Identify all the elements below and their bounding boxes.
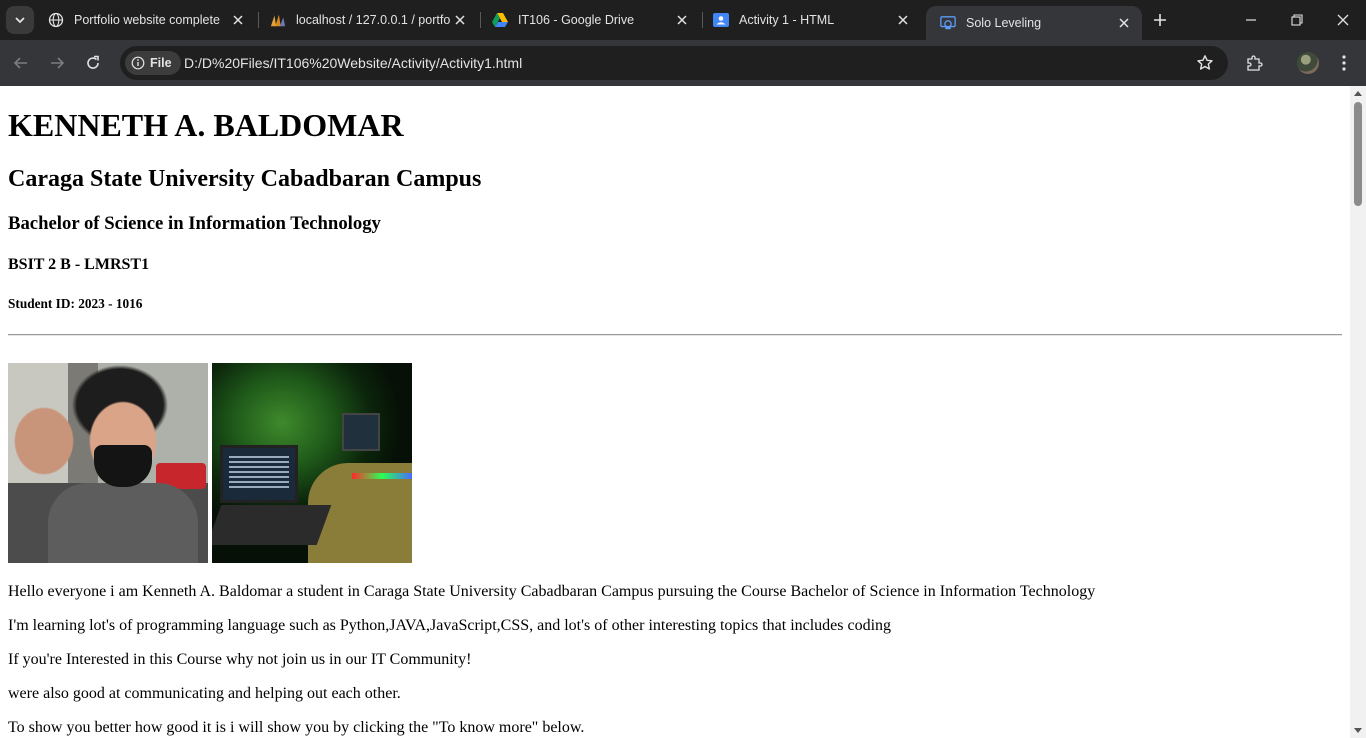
- arrow-right-icon: [51, 57, 65, 69]
- close-icon[interactable]: [893, 10, 913, 30]
- info-icon: [131, 56, 145, 70]
- chevron-down-icon: [15, 17, 25, 24]
- tab-solo-leveling[interactable]: Solo Leveling: [926, 6, 1142, 40]
- menu-button[interactable]: [1332, 51, 1356, 75]
- restore-button[interactable]: [1274, 0, 1320, 40]
- forward-button[interactable]: [44, 50, 70, 76]
- bookmark-star-icon[interactable]: [1196, 54, 1214, 77]
- scrollbar-thumb[interactable]: [1354, 102, 1362, 206]
- close-icon[interactable]: [1114, 13, 1134, 33]
- reload-icon: [87, 55, 99, 69]
- tab-title: Portfolio website complete: [74, 13, 220, 27]
- more-vert-icon: [1342, 55, 1346, 71]
- tab-google-drive[interactable]: IT106 - Google Drive: [478, 0, 700, 40]
- intro-paragraph: Hello everyone i am Kenneth A. Baldomar …: [8, 583, 1096, 600]
- tab-title: IT106 - Google Drive: [518, 13, 635, 27]
- intro-paragraph: were also good at communicating and help…: [8, 685, 401, 702]
- school-heading: Caraga State University Cabadbaran Campu…: [8, 166, 482, 192]
- google-drive-icon: [492, 12, 508, 28]
- close-icon[interactable]: [228, 10, 248, 30]
- tab-strip: Portfolio website complete localhost / 1…: [0, 0, 1366, 40]
- intro-paragraph: If you're Interested in this Course why …: [8, 651, 472, 668]
- tab-activity-1[interactable]: Activity 1 - HTML: [699, 0, 921, 40]
- intro-paragraph: To show you better how good it is i will…: [8, 719, 585, 736]
- profile-avatar[interactable]: [1297, 52, 1319, 74]
- site-info-chip[interactable]: File: [125, 51, 181, 75]
- tab-title: Solo Leveling: [966, 16, 1042, 30]
- close-icon[interactable]: [672, 10, 692, 30]
- tab-search-button[interactable]: [6, 6, 34, 34]
- tab-localhost[interactable]: localhost / 127.0.0.1 / portfo: [256, 0, 478, 40]
- scroll-down-icon[interactable]: [1354, 728, 1362, 733]
- close-icon[interactable]: [450, 10, 470, 30]
- tab-title: Activity 1 - HTML: [739, 13, 835, 27]
- google-classroom-icon: [713, 12, 729, 28]
- edge-doc-icon: [940, 15, 956, 31]
- close-window-button[interactable]: [1320, 0, 1366, 40]
- phpmyadmin-icon: [270, 12, 286, 28]
- horizontal-rule: [8, 334, 1342, 336]
- restore-icon: [1291, 14, 1303, 26]
- reload-button[interactable]: [80, 50, 106, 76]
- student-id-heading: Student ID: 2023 - 1016: [8, 296, 143, 311]
- scheme-label: File: [150, 56, 172, 70]
- minimize-icon: [1246, 19, 1256, 21]
- new-tab-button[interactable]: [1150, 10, 1170, 30]
- selfie-photo: [8, 363, 208, 563]
- url-text[interactable]: D:/D%20Files/IT106%20Website/Activity/Ac…: [184, 55, 522, 71]
- extensions-button[interactable]: [1242, 51, 1266, 75]
- back-button[interactable]: [8, 50, 34, 76]
- browser-toolbar: File D:/D%20Files/IT106%20Website/Activi…: [0, 40, 1366, 86]
- plus-icon: [1154, 14, 1166, 26]
- globe-icon: [48, 12, 64, 28]
- course-heading: Bachelor of Science in Information Techn…: [8, 213, 381, 234]
- laptop-setup-photo: [212, 363, 412, 563]
- intro-paragraph: I'm learning lot's of programming langua…: [8, 617, 892, 634]
- minimize-button[interactable]: [1228, 0, 1274, 40]
- puzzle-icon: [1247, 55, 1263, 71]
- tab-portfolio[interactable]: Portfolio website complete: [34, 0, 256, 40]
- address-bar[interactable]: File D:/D%20Files/IT106%20Website/Activi…: [120, 46, 1228, 80]
- close-icon: [1337, 14, 1349, 26]
- tab-title: localhost / 127.0.0.1 / portfo: [296, 13, 450, 27]
- page-scrollbar[interactable]: [1350, 86, 1366, 738]
- scroll-up-icon[interactable]: [1354, 91, 1362, 96]
- student-name-heading: KENNETH A. BALDOMAR: [8, 107, 404, 143]
- section-heading: BSIT 2 B - LMRST1: [8, 256, 150, 273]
- arrow-left-icon: [13, 57, 27, 69]
- page-viewport: KENNETH A. BALDOMAR Caraga State Univers…: [0, 86, 1350, 738]
